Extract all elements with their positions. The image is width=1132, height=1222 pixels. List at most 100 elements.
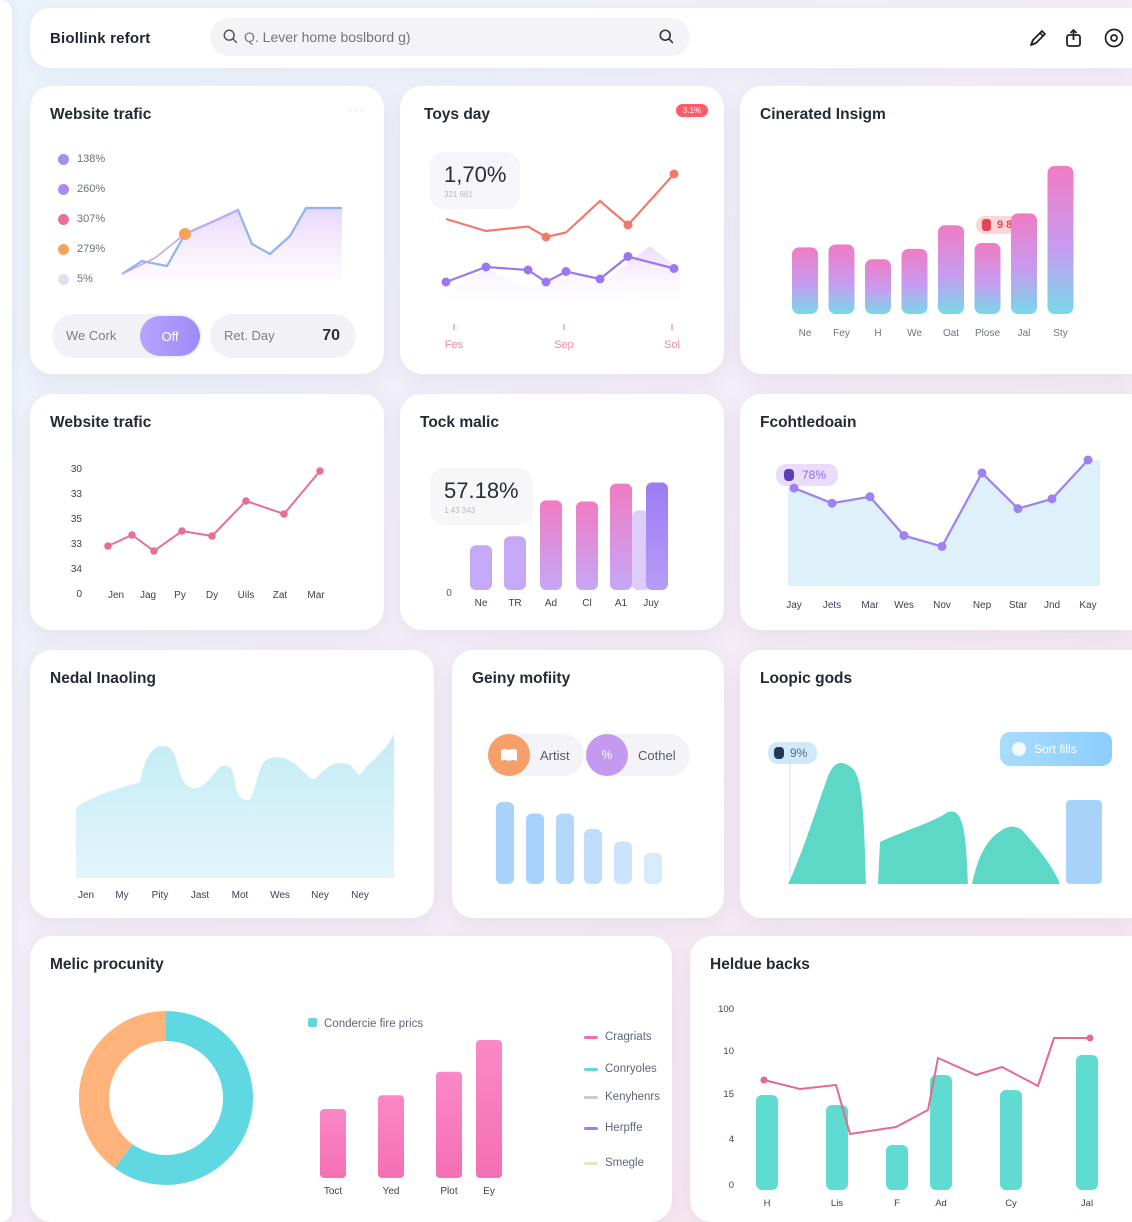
settings-icon[interactable] (1102, 26, 1126, 50)
ret-day-label: Ret. Day (224, 328, 275, 343)
x-label: Ne (475, 598, 488, 609)
x-label: Plot (440, 1186, 457, 1197)
bar (646, 482, 668, 590)
x-label: Sol (664, 339, 680, 351)
x-label: Oat (943, 328, 959, 339)
search-input[interactable] (240, 28, 658, 46)
data-point (1047, 494, 1057, 504)
x-label: Ad (935, 1198, 947, 1209)
legend-label: Conryoles (605, 1063, 657, 1075)
bar (792, 247, 818, 314)
x-label: Fey (833, 328, 850, 339)
data-point (623, 220, 633, 230)
bar (470, 545, 492, 590)
bar (1000, 1090, 1022, 1190)
y-axis-labels: 100 10 15 4 0 (718, 1004, 734, 1191)
x-label: Cy (1005, 1198, 1017, 1209)
bar (436, 1071, 462, 1178)
data-point (1083, 455, 1093, 465)
legend-label: Kenyhenrs (605, 1091, 660, 1103)
bar (556, 813, 574, 884)
x-label: Jal (1081, 1198, 1093, 1209)
x-label: Jen (108, 590, 124, 601)
heldue-backs-card: Heldue backs 100 10 15 4 0 H Lis F Ad Cy Jal (690, 936, 1132, 1222)
legend-item: Herpffe (584, 1110, 660, 1146)
data-point (208, 532, 216, 540)
y-label: 15 (723, 1089, 734, 1100)
data-point (595, 274, 605, 284)
x-label: Sep (554, 339, 574, 351)
loopic-area-chart (788, 760, 1102, 884)
data-point (937, 541, 947, 551)
tock-metric-card: Tock malic 57.18% 1.43 343 0 Ne TR Ad Cl A1 J… (400, 394, 724, 630)
x-label: Mar (861, 600, 879, 611)
bar (1047, 166, 1074, 314)
mobility-bar-chart (496, 802, 662, 884)
data-point (623, 252, 633, 261)
bar (938, 225, 964, 314)
y-label: 10 (723, 1046, 734, 1057)
x-label: Jets (823, 600, 841, 611)
data-point (561, 267, 571, 276)
x-label: Nov (933, 600, 951, 611)
bar (496, 802, 514, 884)
data-point (669, 169, 679, 179)
insight-bars: Ne Fey H We Oat Plose Jal Sty (792, 166, 1074, 339)
top-bar: Biollink refort (30, 8, 1132, 68)
ret-day-pill[interactable]: Ret. Day 70 (210, 314, 356, 358)
data-point (541, 277, 551, 287)
legend-label: Smegle (605, 1157, 644, 1169)
x-label: Mot (232, 890, 249, 901)
off-toggle-button[interactable]: Off (140, 316, 200, 356)
data-point (481, 262, 491, 272)
search-icon (223, 29, 238, 44)
series-line (763, 1037, 1090, 1136)
x-label: Ney (351, 890, 369, 901)
data-point (150, 547, 158, 555)
bar (526, 813, 544, 884)
y-label: 0 (729, 1180, 734, 1191)
bar (576, 501, 598, 590)
bar (584, 829, 602, 884)
bar (930, 1075, 952, 1190)
data-point (1086, 1034, 1094, 1042)
heldue-combo-chart: 100 10 15 4 0 H Lis F Ad Cy Jal (718, 1004, 1098, 1209)
heldue-bars: H Lis F Ad Cy Jal (756, 1055, 1098, 1209)
bar (1076, 1055, 1098, 1190)
legend-line (584, 1095, 598, 1099)
tock-bar-chart: 0 Ne TR Ad Cl A1 Juy (446, 482, 668, 609)
feedback-area (788, 460, 1100, 586)
search-submit-icon[interactable] (658, 28, 676, 46)
ret-day-value: 70 (322, 327, 340, 344)
legend-line (584, 1126, 598, 1130)
data-point (827, 498, 837, 508)
website-traffic-line-card: Website trafic 30 33 35 33 34 0 Jen Jag Py Dy Uil… (30, 394, 384, 630)
left-panel-edge (0, 0, 12, 1222)
data-point (441, 277, 451, 287)
pencil-icon[interactable] (1026, 26, 1050, 50)
legend-item: Kenyhenrs (584, 1084, 660, 1110)
series-legend-swatch (308, 1018, 317, 1027)
feedback-series: Jay Jets Mar Wes Nov Nep Star Jnd Kay (786, 455, 1100, 611)
x-label: We (907, 328, 922, 339)
search-bar (210, 18, 690, 56)
data-point (899, 531, 909, 541)
legend-line (584, 1035, 598, 1039)
bar (610, 483, 632, 590)
traffic-area (122, 208, 342, 280)
melic-charts: Condercie fire prics Toct Yed Plot Ey (79, 1011, 502, 1197)
data-point (789, 483, 799, 493)
melic-procurity-card: Melic procunity Condercie fire prics Toc… (30, 936, 672, 1222)
x-label: Ne (799, 328, 812, 339)
bar (540, 500, 562, 590)
x-label: Lis (831, 1198, 843, 1209)
data-point (316, 467, 324, 475)
x-label: Toct (324, 1186, 343, 1197)
x-label: Nep (973, 600, 992, 611)
x-label: H (764, 1198, 771, 1209)
share-icon[interactable] (1062, 26, 1086, 50)
bar (886, 1145, 908, 1190)
x-label: Sty (1053, 328, 1067, 339)
y-zero-label: 0 (446, 588, 452, 599)
heldue-line (760, 1034, 1094, 1136)
